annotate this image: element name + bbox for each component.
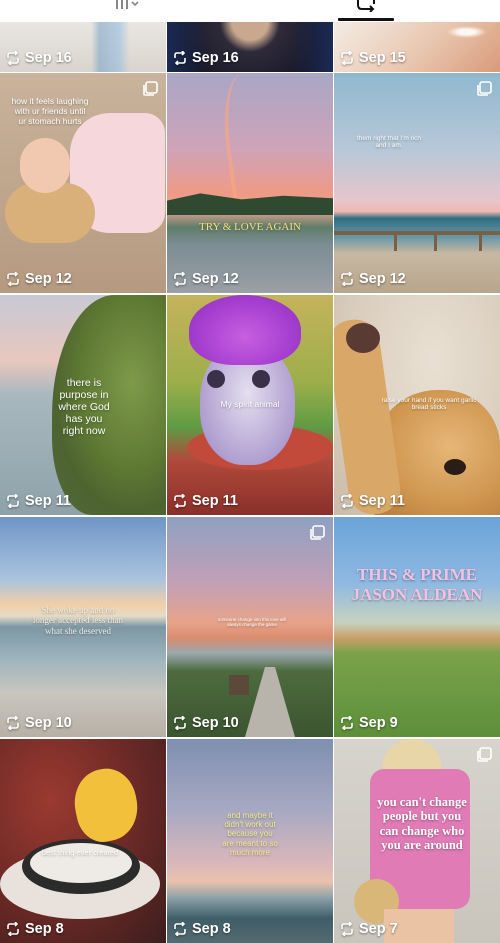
post-overlay-text: THIS & PRIME JASON ALDEAN (351, 565, 483, 604)
post-overlay-text: My spirit animal (220, 399, 280, 409)
post-tile[interactable]: and maybe it didn't work out because you… (167, 739, 333, 943)
post-tile[interactable]: Sep 16 (167, 22, 333, 72)
post-overlay-text: someone change into this love will alway… (217, 617, 287, 628)
post-overlay-text: best thing ever created (41, 848, 119, 857)
post-tile[interactable]: Sep 15 (334, 22, 500, 72)
repost-icon (174, 272, 186, 286)
repost-icon (7, 494, 19, 508)
post-tile[interactable]: TRY & LOVE AGAIN Sep 12 (167, 73, 333, 293)
repost-icon (174, 51, 186, 65)
post-overlay-text: raise your hand if you want garlic bread… (381, 397, 477, 412)
repost-icon (341, 922, 353, 936)
post-date: Sep 16 (172, 50, 239, 66)
post-date: Sep 7 (339, 921, 398, 937)
repost-icon (341, 716, 353, 730)
repost-icon (341, 272, 353, 286)
post-date: Sep 12 (339, 271, 406, 287)
post-tile[interactable]: best thing ever created Sep 8 (0, 739, 166, 943)
post-tile[interactable]: you can't change people but you can chan… (334, 739, 500, 943)
post-overlay-text: TRY & LOVE AGAIN (199, 221, 301, 233)
repost-icon (7, 51, 19, 65)
post-tile[interactable]: there is purpose in where God has you ri… (0, 295, 166, 515)
post-tile[interactable]: them right that I'm rich and I am. Sep 1… (334, 73, 500, 293)
profile-tab-bar (0, 0, 500, 22)
post-overlay-text: and maybe it didn't work out because you… (222, 811, 278, 857)
repost-icon (7, 272, 19, 286)
post-overlay-text: them right that I'm rich and I am. (356, 135, 422, 150)
post-tile[interactable]: She woke up and no longer accepted less … (0, 517, 166, 737)
repost-icon (174, 716, 186, 730)
carousel-icon (477, 747, 492, 762)
post-tile[interactable]: Sep 16 (0, 22, 166, 72)
post-date: Sep 11 (5, 493, 71, 509)
post-tile[interactable]: raise your hand if you want garlic bread… (334, 295, 500, 515)
post-overlay-text: you can't change people but you can chan… (377, 795, 467, 853)
repost-icon (7, 922, 19, 936)
repost-icon (174, 494, 186, 508)
post-date: Sep 16 (5, 50, 72, 66)
repost-icon (357, 0, 375, 12)
post-tile[interactable]: how it feels laughing with ur friends un… (0, 73, 166, 293)
post-tile[interactable]: My spirit animal Sep 11 (167, 295, 333, 515)
post-date: Sep 11 (339, 493, 405, 509)
post-overlay-text: there is purpose in where God has you ri… (58, 377, 110, 438)
selected-tab-indicator (338, 18, 394, 21)
post-date: Sep 8 (172, 921, 231, 937)
post-tile[interactable]: someone change into this love will alway… (167, 517, 333, 737)
post-overlay-text: how it feels laughing with ur friends un… (11, 96, 89, 126)
post-date: Sep 15 (339, 50, 406, 66)
repost-icon (341, 494, 353, 508)
post-date: Sep 10 (5, 715, 72, 731)
carousel-icon (143, 81, 158, 96)
post-date: Sep 8 (5, 921, 64, 937)
grid-tab[interactable] (96, 0, 156, 22)
carousel-icon (477, 81, 492, 96)
post-date: Sep 12 (172, 271, 239, 287)
repost-icon (174, 922, 186, 936)
repost-icon (7, 716, 19, 730)
post-date: Sep 9 (339, 715, 398, 731)
post-date: Sep 10 (172, 715, 239, 731)
post-tile[interactable]: THIS & PRIME JASON ALDEAN Sep 9 (334, 517, 500, 737)
carousel-icon (310, 525, 325, 540)
repost-icon (341, 51, 353, 65)
post-overlay-text: She woke up and no longer accepted less … (32, 605, 124, 636)
reposts-grid: Sep 16 Sep 16 Sep 15 how it feels laughi… (0, 22, 500, 943)
post-date: Sep 11 (172, 493, 238, 509)
grid-icon (116, 0, 139, 9)
post-date: Sep 12 (5, 271, 72, 287)
